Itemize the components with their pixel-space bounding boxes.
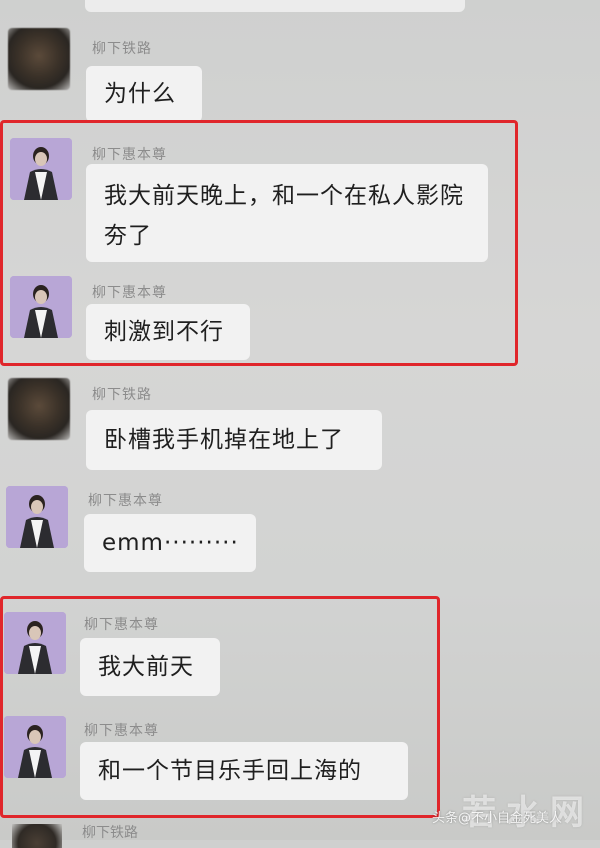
message-bubble[interactable]: 为什么 xyxy=(86,66,202,122)
partial-message-bubble xyxy=(85,0,465,12)
highlight-box xyxy=(0,120,518,366)
avatar[interactable] xyxy=(6,486,68,548)
person-figure-icon xyxy=(6,486,68,548)
sender-name: 柳下惠本尊 xyxy=(88,493,163,509)
watermark-caption: 头条@不小自金死美人 xyxy=(432,811,563,826)
highlight-box xyxy=(0,596,440,818)
message-bubble[interactable]: emm········· xyxy=(84,514,256,572)
avatar[interactable] xyxy=(12,824,62,848)
avatar[interactable] xyxy=(8,28,70,90)
sender-name: 柳下铁路 xyxy=(92,41,152,57)
avatar[interactable] xyxy=(8,378,70,440)
sender-name: 柳下铁路 xyxy=(92,387,152,403)
message-bubble[interactable]: 卧槽我手机掉在地上了 xyxy=(86,410,382,470)
chat-screenshot: 柳下铁路 为什么 柳下惠本尊 我大前天晚上，和一个在私人影院 夯了 柳下惠本尊 … xyxy=(0,0,600,848)
sender-name: 柳下铁路 xyxy=(82,825,138,841)
